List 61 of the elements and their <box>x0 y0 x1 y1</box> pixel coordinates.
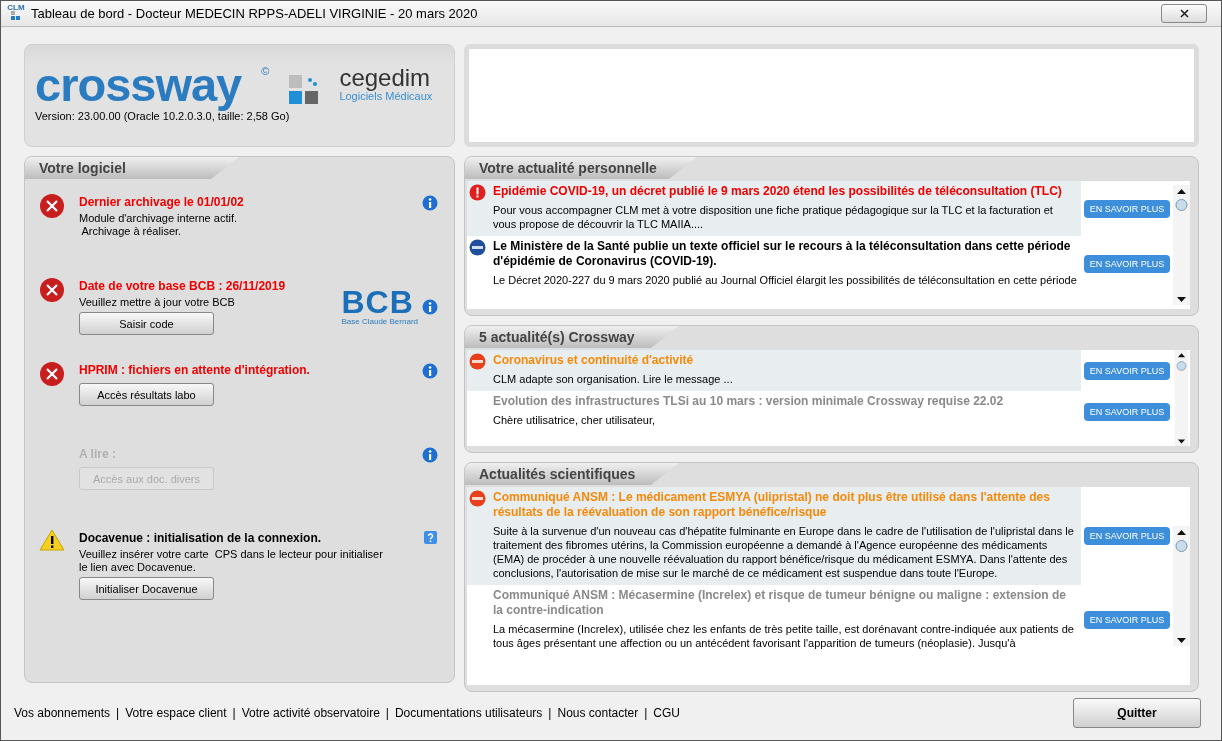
footer-link[interactable]: Vos abonnements <box>14 706 111 720</box>
news-title: Communiqué ANSM : Le médicament ESMYA (ulipristal) ne doit plus être utilisé dans l'attente des résultats de la réévaluation de son rapport bénéfice/risque <box>493 490 1051 520</box>
copyright-mark: © <box>261 65 270 77</box>
footer-link[interactable]: Votre espace client <box>125 706 227 720</box>
quit-button[interactable]: Quitter <box>1073 698 1201 728</box>
status-title: Dernier archivage le 01/01/02 <box>79 195 245 209</box>
warning-icon <box>39 529 65 551</box>
close-icon <box>1179 9 1189 18</box>
error-icon <box>39 193 65 219</box>
info-icon[interactable] <box>422 195 438 211</box>
version-text: Version: 23.00.00 (Oracle 10.2.0.3.0, taille: 2,58 Go) <box>35 110 291 122</box>
info-icon[interactable] <box>422 363 438 379</box>
footer-link[interactable]: Votre activité observatoire <box>241 706 380 720</box>
error-icon <box>39 361 65 387</box>
info-icon[interactable] <box>422 299 438 315</box>
new-badge-icon <box>469 239 486 256</box>
news-title: Communiqué ANSM : Mécasermine (Increlex) et risque de tumeur bénigne ou maligne : extension de la contre-indication <box>493 588 1067 618</box>
status-text: le lien avec Docavenue. <box>79 561 197 574</box>
info-icon[interactable] <box>422 447 438 463</box>
news-text: Le Décret 2020-227 du 9 mars 2020 publié au Journal Officiel élargit les possibilités de téléconsultation en cette période <box>493 273 1078 287</box>
exclamation-icon <box>469 184 486 201</box>
news-item[interactable] <box>467 487 1081 585</box>
news-text: La mécasermine (Increlex), utilisée chez les enfants de très petite taille, est dorénavant contre-indiquée aux patients de tous âges présentant une affection ou un antécédent favorisant l'apparition de tumeurs (néoplasie). Jusqu'à <box>493 622 1075 650</box>
status-text: Veuillez mettre à jour votre BCB <box>79 296 236 309</box>
status-title: Docavenue : initialisation de la connexion. <box>79 531 323 545</box>
status-title: Date de votre base BCB : 26/11/2019 <box>79 279 287 293</box>
news-title: Epidémie COVID-19, un décret publié le 9 mars 2020 étend les possibilités de téléconsultation (TLC) <box>493 184 1063 199</box>
status-title: HPRIM : fichiers en attente d'intégration. <box>79 363 311 377</box>
help-icon[interactable] <box>423 531 437 544</box>
footer-link[interactable]: Documentations utilisateurs <box>394 706 543 720</box>
news-item[interactable] <box>467 181 1081 236</box>
cegedim-tagline: Logiciels Médicaux <box>339 90 433 102</box>
footer-link[interactable]: Nous contacter <box>557 706 639 720</box>
cegedim-logo-icon <box>289 75 320 105</box>
new-badge-icon <box>469 353 486 370</box>
separator: | <box>385 706 389 720</box>
status-text: Archivage à réaliser. <box>80 225 183 238</box>
news-title: Le Ministère de la Santé publie un texte officiel sur le recours à la téléconsultation dans cette période d'épidémie de Coronavirus (COVID-19). <box>493 239 1072 269</box>
news-title: Evolution des infrastructures TLSi au 10 mars : version minimale Crossway requise 22.02 <box>493 394 1005 409</box>
news-text: CLM adapte son organisation. Lire le message ... <box>493 372 734 386</box>
window-title: Tableau de bord - Docteur MEDECIN RPPS-ADELI VIRGINIE - 20 mars 2020 <box>31 6 479 21</box>
action-button[interactable]: Initialiser Docavenue <box>79 577 214 600</box>
news-item[interactable]: Coronavirus et continuité d'activité CLM adapte son organisation. Lire le message ... <box>467 350 1081 391</box>
separator: | <box>548 706 552 720</box>
news-text: Suite à la survenue d'un nouveau cas d'hépatite fulminante en Europe dans le cadre de l'utilisation de l'ulipristal dans le traitement des fibromes utérins, la Commission européenne a demandé à l'Agence européenne des médicaments (EMA) de procéder à une nouvelle réévaluation du rapport bénéfice/risque du médicament ESMYA. Dans l'attente des conclusions, l'autorisation de mise sur le marché de ce médicament est suspendue dans toute l'Europe. <box>493 524 1075 580</box>
separator: | <box>116 706 120 720</box>
action-button[interactable]: Saisir code <box>79 312 214 335</box>
footer-link[interactable]: CGU <box>653 706 680 720</box>
news-text: Chère utilisatrice, cher utilisateur, <box>493 413 656 427</box>
new-badge-icon <box>469 490 486 507</box>
news-text: Pour vous accompagner CLM met à votre disposition une fiche pratique pédagogique sur la TLC et la facturation et vous propose de découvrir la TLC MAIIA.... <box>493 203 1054 231</box>
bcb-logo: BCB Base Claude Bernard <box>341 287 418 326</box>
close-button[interactable] <box>1161 4 1207 23</box>
scrollbar[interactable] <box>1173 350 1190 446</box>
action-button[interactable]: Accès résultats labo <box>79 383 214 406</box>
separator: | <box>644 706 648 720</box>
status-text: Veuillez insérer votre carte CPS dans le lecteur pour initialiser <box>79 548 384 561</box>
separator: | <box>232 706 236 720</box>
status-text: Module d'archivage interne actif. <box>79 212 239 225</box>
error-icon <box>39 277 65 303</box>
news-title: Coronavirus et continuité d'activité <box>493 353 695 368</box>
